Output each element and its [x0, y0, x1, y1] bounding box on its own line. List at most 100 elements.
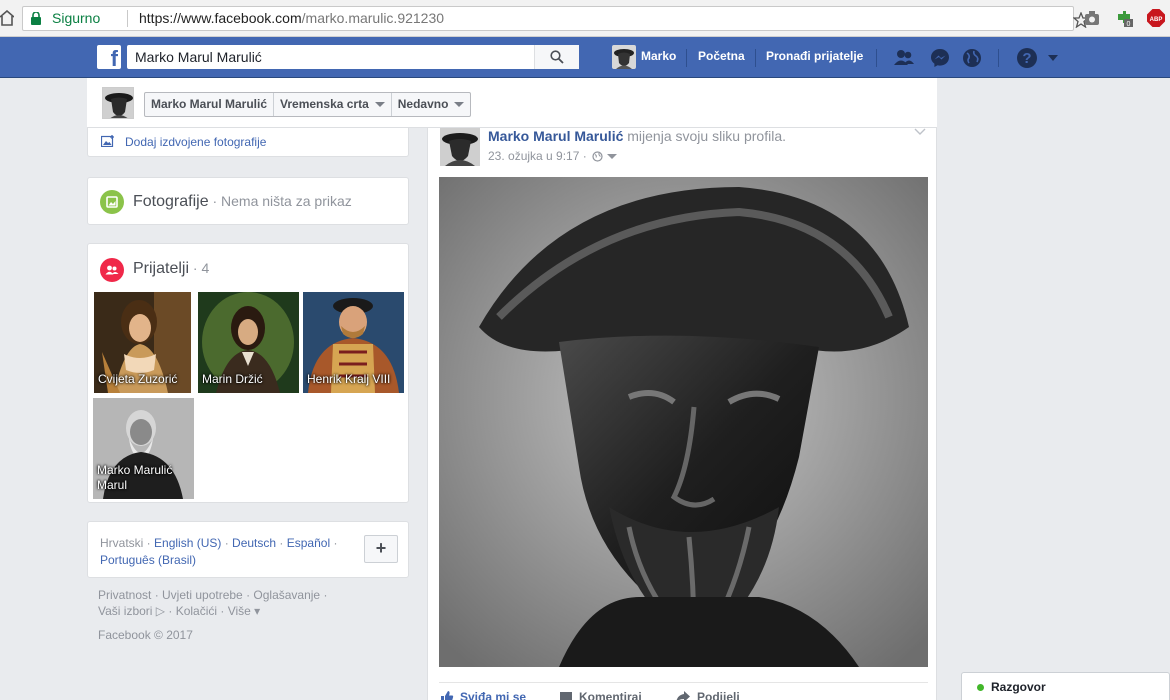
like-label: Sviđa mi se	[460, 690, 527, 700]
profile-tabs: Marko Marul Marulić Vremenska crta Nedav…	[144, 92, 472, 117]
extension-puzzle-icon[interactable]: 0	[1115, 9, 1133, 27]
share-button[interactable]: Podijeli	[675, 690, 740, 700]
tab-profile-name[interactable]: Marko Marul Marulić	[145, 93, 275, 116]
separator: ·	[221, 536, 233, 550]
search-input[interactable]	[127, 45, 532, 69]
friend-name: Marin Držić	[202, 372, 263, 386]
friends-icon	[100, 258, 124, 282]
post-author-avatar[interactable]	[440, 128, 480, 166]
messenger-icon[interactable]	[929, 47, 951, 69]
separator: ·	[143, 536, 155, 550]
adblock-icon[interactable]: ABP	[1147, 9, 1165, 27]
friend-requests-icon[interactable]	[893, 47, 915, 69]
search-box	[127, 45, 579, 69]
friend-tile[interactable]: Marin Držić	[198, 292, 299, 393]
svg-text:?: ?	[1022, 50, 1031, 67]
facebook-logo[interactable]: f	[97, 45, 121, 69]
photos-title[interactable]: Fotografije · Nema ništa za prikaz	[133, 193, 352, 211]
language-link-portugues[interactable]: Português (Brasil)	[100, 553, 196, 567]
nav-divider	[998, 49, 999, 67]
friends-card: Prijatelji · 4 Cvijeta Zuzorić Marin Drž…	[87, 243, 409, 503]
add-featured-photos-link[interactable]: Dodaj izdvojene fotografije	[125, 135, 266, 149]
language-link-deutsch[interactable]: Deutsch	[232, 536, 276, 550]
avatar-image	[612, 45, 636, 69]
url-separator	[127, 10, 128, 27]
language-list: Hrvatski · English (US) · Deutsch · Espa…	[100, 535, 350, 569]
language-current: Hrvatski	[100, 536, 144, 550]
chat-label: Razgovor	[991, 680, 1046, 694]
footer-links[interactable]: Privatnost · Uvjeti upotrebe · Oglašavan…	[98, 587, 348, 619]
tab-label: Marko Marul Marulić	[151, 97, 268, 111]
nav-divider	[755, 49, 756, 67]
nav-divider	[686, 49, 687, 67]
language-link-espanol[interactable]: Español	[287, 536, 330, 550]
nav-find-friends-link[interactable]: Pronađi prijatelje	[766, 49, 863, 63]
url-field[interactable]: Sigurno https://www.facebook.com/marko.m…	[22, 6, 1089, 31]
language-link-english[interactable]: English (US)	[154, 536, 221, 550]
languages-card: Hrvatski · English (US) · Deutsch · Espa…	[87, 521, 409, 578]
friends-title-text: Prijatelji	[133, 260, 190, 277]
secure-label: Sigurno	[52, 10, 101, 26]
avatar-image	[440, 128, 480, 166]
lock-icon	[31, 12, 41, 25]
post-author-link[interactable]: Marko Marul Marulić	[488, 128, 623, 144]
post-action-text: mijenja svoju sliku profila.	[623, 128, 786, 144]
nav-profile-link[interactable]: Marko	[641, 49, 676, 63]
chevron-down-icon	[374, 102, 385, 107]
friend-tile[interactable]: Cvijeta Zuzorić	[94, 292, 191, 393]
nav-home-link[interactable]: Početna	[698, 49, 745, 63]
thumbs-up-icon	[441, 691, 454, 700]
post-header: Marko Marul Marulić mijenja svoju sliku …	[488, 128, 786, 144]
photo-add-icon	[101, 135, 114, 147]
home-icon[interactable]	[0, 10, 14, 26]
extension-badge: 0	[1127, 21, 1131, 27]
profile-sticky-header: Marko Marul Marulić Vremenska crta Nedav…	[87, 78, 937, 128]
friend-name: Cvijeta Zuzorić	[98, 372, 178, 386]
separator: ·	[276, 536, 287, 550]
search-icon	[550, 50, 564, 64]
friends-count: · 4	[189, 260, 210, 276]
post-timestamp[interactable]: 23. ožujka u 9:17 ·	[488, 149, 587, 163]
share-label: Podijeli	[697, 690, 740, 700]
footer-copyright: Facebook © 2017	[98, 628, 193, 642]
privacy-globe-icon[interactable]	[592, 150, 603, 162]
comment-label: Komentiraj	[579, 690, 642, 700]
search-button[interactable]	[534, 45, 579, 69]
help-icon[interactable]: ?	[1016, 47, 1038, 69]
tab-label: Vremenska crta	[280, 97, 369, 111]
account-menu-caret-icon[interactable]	[1047, 53, 1059, 63]
friend-tile[interactable]: Henrik Kralj VIII	[303, 292, 404, 393]
adblock-label: ABP	[1150, 17, 1163, 23]
facebook-top-bar: f Marko Početna Pronađi prijatelje ?	[0, 37, 1170, 78]
url-text[interactable]: https://www.facebook.com/marko.marulic.9…	[139, 7, 444, 30]
extension-camera-icon[interactable]	[1083, 9, 1101, 27]
profile-avatar[interactable]	[102, 87, 134, 119]
photos-title-text: Fotografije	[133, 193, 209, 210]
timeline-post: Marko Marul Marulić mijenja svoju sliku …	[427, 115, 937, 700]
tab-recent[interactable]: Nedavno	[392, 93, 471, 116]
friend-name: Marko Marulić Marul	[97, 463, 173, 492]
online-status-dot	[977, 684, 984, 691]
post-options-chevron-icon[interactable]	[914, 128, 926, 136]
photos-card: Fotografije · Nema ništa za prikaz	[87, 177, 409, 225]
chevron-down-icon[interactable]	[606, 153, 617, 159]
bust-sculpture-image	[439, 177, 928, 667]
browser-address-bar: Sigurno https://www.facebook.com/marko.m…	[0, 0, 1170, 37]
url-host: https://www.facebook.com	[139, 10, 302, 26]
url-path: /marko.marulic.921230	[301, 10, 445, 26]
add-language-button[interactable]: +	[364, 535, 398, 563]
comment-button[interactable]: Komentiraj	[559, 690, 642, 700]
notifications-globe-icon[interactable]	[961, 47, 983, 69]
comment-icon	[560, 692, 572, 700]
friend-tile[interactable]: Marko Marulić Marul	[93, 398, 194, 499]
separator: ·	[330, 536, 338, 550]
tab-timeline[interactable]: Vremenska crta	[274, 93, 392, 116]
nav-avatar[interactable]	[612, 45, 636, 69]
like-button[interactable]: Sviđa mi se	[440, 690, 526, 700]
post-photo[interactable]	[439, 177, 928, 667]
friends-title[interactable]: Prijatelji · 4	[133, 260, 209, 278]
photos-empty-note: · Nema ništa za prikaz	[208, 193, 352, 209]
chat-tab[interactable]: Razgovor	[961, 672, 1170, 700]
nav-divider	[876, 49, 877, 67]
post-action-bar: Sviđa mi se Komentiraj Podijeli	[439, 682, 928, 700]
